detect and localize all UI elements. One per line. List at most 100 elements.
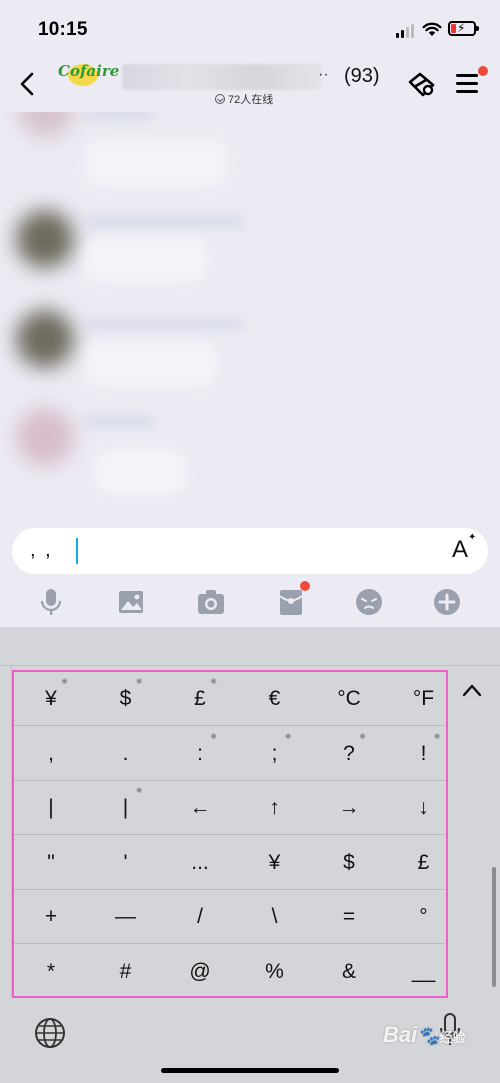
symbol-key-label: $: [119, 687, 132, 710]
add-icon[interactable]: [432, 587, 462, 617]
symbol-key[interactable]: ...: [163, 836, 237, 890]
status-time: 10:15: [38, 19, 88, 40]
avatar: [18, 112, 74, 138]
chat-header: Cofaire ·· (93) 72人在线: [0, 56, 500, 112]
symbol-key-hint: ⁕: [283, 730, 293, 743]
message-bubble: [86, 238, 206, 282]
symbol-row: ,.: ⁕; ⁕? ⁕! ⁕: [14, 727, 445, 781]
symbol-key[interactable]: : ⁕: [163, 727, 237, 781]
composer-toolbar: [0, 581, 500, 627]
symbol-key-label: £: [417, 850, 430, 874]
symbol-key-label: |: [48, 796, 54, 819]
symbol-key-label: *: [46, 959, 56, 983]
symbol-key[interactable]: °C: [312, 672, 386, 726]
symbol-key[interactable]: £ ⁕: [163, 672, 237, 726]
symbol-key-label: |: [122, 796, 129, 819]
back-chevron-icon[interactable]: [16, 70, 40, 98]
scrollbar[interactable]: [492, 867, 496, 987]
symbol-key-label: :: [197, 741, 203, 765]
symbol-key[interactable]: *: [14, 945, 88, 999]
symbol-key[interactable]: °: [387, 890, 461, 944]
symbol-key[interactable]: ': [89, 836, 163, 890]
symbol-key[interactable]: +: [14, 890, 88, 944]
symbol-key[interactable]: ! ⁕: [387, 727, 461, 781]
symbol-key[interactable]: @: [163, 945, 237, 999]
symbol-key[interactable]: ↓: [387, 781, 461, 835]
symbol-key-label: +: [44, 905, 58, 928]
symbol-keyboard: ¥ ⁕ $ ⁕ £ ⁕ € °C °F,.: ⁕; ⁕? ⁕! ⁕ | | ⁕ ← ↑ → ↓ " '... ¥ $ £ + — / \…: [0, 627, 500, 1083]
symbol-key[interactable]: ←: [163, 781, 237, 835]
symbol-row: * # @% & __: [14, 945, 445, 999]
online-count-text: 72人在线: [228, 94, 274, 106]
symbol-key[interactable]: %: [238, 945, 312, 999]
symbol-row: ¥ ⁕ $ ⁕ £ ⁕ € °C °F: [14, 672, 445, 726]
red-packet-icon[interactable]: [276, 587, 306, 617]
symbol-key[interactable]: | ⁕: [89, 781, 163, 835]
symbol-key-label: __: [411, 959, 436, 983]
symbol-key-hint: ⁕: [432, 730, 442, 743]
symbol-key-label: —: [115, 905, 136, 928]
symbol-key[interactable]: °F: [387, 672, 461, 726]
symbol-key[interactable]: ,: [14, 727, 88, 781]
avatar: [16, 310, 74, 368]
symbol-key-label: °: [419, 905, 428, 928]
group-name-blurred: [122, 64, 322, 90]
symbol-key[interactable]: ¥ ⁕: [14, 672, 88, 726]
font-style-icon[interactable]: A✦: [452, 532, 476, 564]
message-input[interactable]: , , A✦: [12, 528, 488, 574]
microphone-icon[interactable]: [36, 587, 66, 617]
menu-icon[interactable]: [456, 74, 478, 94]
symbol-key[interactable]: $ ⁕: [89, 672, 163, 726]
online-status: 72人在线: [215, 91, 273, 107]
composer: , , A✦: [0, 517, 500, 585]
cellular-signal-icon: [396, 24, 414, 38]
home-indicator[interactable]: [161, 1068, 339, 1073]
symbol-key[interactable]: \: [238, 890, 312, 944]
image-icon[interactable]: [116, 587, 146, 617]
symbol-key-hint: ⁕: [209, 730, 219, 743]
symbol-key[interactable]: £: [387, 836, 461, 890]
symbol-key[interactable]: ? ⁕: [312, 727, 386, 781]
symbol-key[interactable]: /: [163, 890, 237, 944]
symbol-key-label: \: [271, 905, 278, 928]
symbol-key-label: #: [119, 959, 132, 983]
symbol-key[interactable]: ↑: [238, 781, 312, 835]
menu-badge: [478, 66, 488, 76]
symbol-key-label: ←: [189, 796, 211, 819]
keyboard-divider: [0, 665, 500, 666]
group-share-icon[interactable]: [404, 70, 438, 100]
group-logo[interactable]: Cofaire: [58, 62, 119, 92]
symbol-key[interactable]: =: [312, 890, 386, 944]
symbol-row: | | ⁕ ← ↑ → ↓: [14, 781, 445, 835]
symbol-key[interactable]: —: [89, 890, 163, 944]
symbol-key[interactable]: ": [14, 836, 88, 890]
symbol-key[interactable]: ; ⁕: [238, 727, 312, 781]
symbol-key-label: ': [123, 850, 128, 874]
symbol-key[interactable]: &: [312, 945, 386, 999]
symbol-key[interactable]: #: [89, 945, 163, 999]
symbol-key[interactable]: $: [312, 836, 386, 890]
text-caret: [76, 538, 78, 564]
chat-message-area: [0, 112, 500, 517]
symbol-key[interactable]: __: [387, 945, 461, 999]
symbol-key[interactable]: |: [14, 781, 88, 835]
symbol-key[interactable]: .: [89, 727, 163, 781]
chevron-up-icon[interactable]: [462, 683, 482, 697]
keyboard-left-column: [0, 665, 12, 998]
symbol-key-label: ;: [271, 741, 278, 765]
symbol-key-label: @: [189, 959, 211, 983]
avatar: [16, 408, 74, 466]
status-bar: 10:15 ⚡: [0, 0, 500, 56]
symbol-row: + — / \ = °: [14, 890, 445, 944]
symbol-key[interactable]: ¥: [238, 836, 312, 890]
camera-icon[interactable]: [196, 587, 226, 617]
symbol-key[interactable]: €: [238, 672, 312, 726]
symbol-key-hint: ⁕: [209, 676, 219, 688]
emoji-icon[interactable]: [354, 587, 384, 617]
symbol-key[interactable]: →: [312, 781, 386, 835]
red-packet-badge: [300, 581, 310, 591]
symbol-key-hint: ⁕: [358, 730, 368, 743]
symbol-key-label: ?: [343, 741, 355, 765]
baidu-watermark: Bai🐾经验: [383, 1022, 466, 1047]
globe-icon[interactable]: [34, 1017, 66, 1049]
